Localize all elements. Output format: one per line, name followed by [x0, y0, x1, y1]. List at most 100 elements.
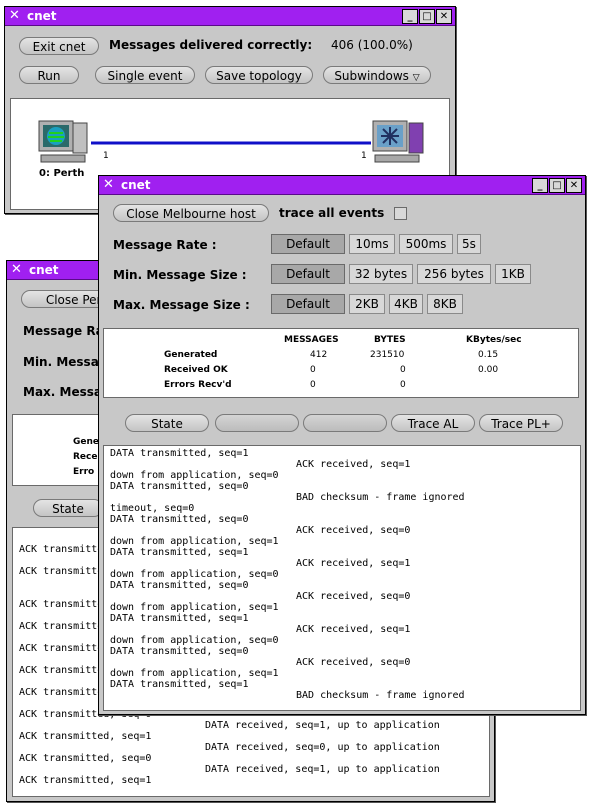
- stats-header-messages: MESSAGES: [284, 335, 339, 345]
- event-log[interactable]: DATA transmitted, seq=1 ACK received, seq…: [103, 445, 581, 711]
- log-line: down from application, seq=0: [110, 635, 279, 646]
- perth-rate-label: Message Ra: [23, 324, 104, 338]
- exit-cnet-button[interactable]: Exit cnet: [19, 37, 99, 55]
- blank-button-1[interactable]: [215, 414, 299, 432]
- main-title: cnet: [27, 9, 57, 23]
- stats-panel: MESSAGES BYTES KBytes/sec Generated 412 …: [103, 328, 579, 398]
- log-line: DATA transmitted, seq=1: [110, 448, 249, 459]
- trace-al-button[interactable]: Trace AL: [391, 414, 475, 432]
- log-line: ACK received, seq=0: [296, 591, 411, 602]
- perth-node-label[interactable]: 0: Perth: [39, 168, 84, 179]
- melbourne-window: ✕ cnet _ □ ✕ Close Melbourne host trace …: [98, 175, 586, 715]
- rate-option-default[interactable]: Default: [271, 234, 345, 254]
- melbourne-titlebar[interactable]: ✕ cnet _ □ ✕: [99, 176, 585, 195]
- delivered-value: 406 (100.0%): [331, 38, 413, 52]
- perth-log-line: ACK transmitted, seq=0: [19, 753, 152, 764]
- perth-log-received-line: DATA received, seq=1, up to application: [205, 764, 440, 775]
- log-line: ACK received, seq=1: [296, 624, 411, 635]
- perth-state-button[interactable]: State: [33, 499, 103, 517]
- stats-label-errors: Errors Recv'd: [164, 380, 232, 390]
- log-line: DATA transmitted, seq=0: [110, 514, 249, 525]
- log-line: DATA transmitted, seq=1: [110, 679, 249, 690]
- perth-stat-received: Rece: [73, 452, 98, 462]
- log-line: DATA transmitted, seq=0: [110, 646, 249, 657]
- perth-log-received-line: DATA received, seq=0, up to application: [205, 742, 440, 753]
- log-line: down from application, seq=1: [110, 602, 279, 613]
- stats-label-generated: Generated: [164, 350, 218, 360]
- perth-log-received-line: DATA received, seq=1, up to application: [205, 720, 440, 731]
- maximize-icon[interactable]: □: [549, 178, 565, 193]
- log-line: DATA transmitted, seq=1: [110, 547, 249, 558]
- max-option-2kb[interactable]: 2KB: [349, 294, 385, 314]
- max-option-8kb[interactable]: 8KB: [427, 294, 463, 314]
- log-line: down from application, seq=0: [110, 470, 279, 481]
- x-logo-icon: ✕: [9, 8, 20, 23]
- log-line: BAD checksum - frame ignored: [296, 492, 465, 503]
- log-line: ACK received, seq=0: [296, 525, 411, 536]
- melbourne-title: cnet: [121, 178, 151, 192]
- perth-min-label: Min. Messa: [23, 355, 99, 369]
- log-line: ACK received, seq=0: [296, 657, 411, 668]
- close-icon[interactable]: ✕: [566, 178, 582, 193]
- main-titlebar[interactable]: ✕ cnet _ □ ✕: [5, 7, 455, 26]
- stats-header-rate: KBytes/sec: [466, 335, 522, 345]
- maximize-icon[interactable]: □: [419, 9, 435, 24]
- subwindows-label: Subwindows: [334, 69, 409, 83]
- x-logo-icon: ✕: [11, 262, 22, 277]
- min-option-1kb[interactable]: 1KB: [495, 264, 531, 284]
- log-line: DATA transmitted, seq=1: [110, 613, 249, 624]
- stats-label-received: Received OK: [164, 365, 228, 375]
- x-logo-icon: ✕: [103, 177, 114, 192]
- melbourne-link-number: 1: [361, 151, 367, 161]
- trace-all-label: trace all events: [279, 206, 385, 220]
- perth-log-line: ACK transmitted, seq=1: [19, 731, 152, 742]
- run-button[interactable]: Run: [19, 66, 79, 84]
- blank-button-2[interactable]: [303, 414, 387, 432]
- stats-received-rate: 0.00: [478, 365, 499, 375]
- log-line: ACK received, seq=1: [296, 558, 411, 569]
- perth-stat-generated: Gene: [73, 437, 100, 447]
- stats-generated-messages: 412: [310, 350, 328, 360]
- trace-pl-button[interactable]: Trace PL+: [479, 414, 563, 432]
- min-option-256-bytes[interactable]: 256 bytes: [417, 264, 491, 284]
- log-line: down from application, seq=1: [110, 536, 279, 547]
- delivered-label: Messages delivered correctly:: [109, 38, 313, 52]
- perth-title: cnet: [29, 263, 59, 277]
- single-event-button[interactable]: Single event: [95, 66, 195, 84]
- log-line: down from application, seq=1: [110, 668, 279, 679]
- log-line: ACK received, seq=1: [296, 459, 411, 470]
- perth-computer-icon: [38, 120, 88, 163]
- subwindows-button[interactable]: Subwindows ▽: [323, 66, 431, 84]
- close-icon[interactable]: ✕: [436, 9, 452, 24]
- min-option-32-bytes[interactable]: 32 bytes: [349, 264, 413, 284]
- minimize-icon[interactable]: _: [402, 9, 418, 24]
- save-topology-button[interactable]: Save topology: [205, 66, 313, 84]
- log-line: timeout, seq=0: [110, 503, 195, 514]
- rate-option-10ms[interactable]: 10ms: [349, 234, 395, 254]
- max-option-default[interactable]: Default: [271, 294, 345, 314]
- rate-option-5s[interactable]: 5s: [457, 234, 481, 254]
- stats-generated-rate: 0.15: [478, 350, 499, 360]
- log-line: DATA transmitted, seq=0: [110, 481, 249, 492]
- perth-stat-errors: Erro: [73, 467, 95, 477]
- chevron-down-icon: ▽: [412, 73, 420, 83]
- state-button[interactable]: State: [125, 414, 209, 432]
- stats-received-messages: 0: [310, 365, 316, 375]
- melbourne-computer-icon: [372, 120, 424, 163]
- max-size-label: Max. Message Size :: [113, 298, 250, 312]
- minimize-icon[interactable]: _: [532, 178, 548, 193]
- min-size-label: Min. Message Size :: [113, 268, 247, 282]
- stats-errors-bytes: 0: [400, 380, 406, 390]
- perth-link-number: 1: [103, 151, 109, 161]
- rate-option-500ms[interactable]: 500ms: [399, 234, 453, 254]
- close-melbourne-button[interactable]: Close Melbourne host: [113, 204, 269, 222]
- log-line: BAD checksum - frame ignored: [296, 690, 465, 701]
- min-option-default[interactable]: Default: [271, 264, 345, 284]
- stats-header-bytes: BYTES: [374, 335, 406, 345]
- trace-all-checkbox[interactable]: [394, 207, 407, 220]
- message-rate-label: Message Rate :: [113, 238, 217, 252]
- stats-received-bytes: 0: [400, 365, 406, 375]
- max-option-4kb[interactable]: 4KB: [389, 294, 423, 314]
- perth-max-label: Max. Messa: [23, 385, 102, 399]
- stats-generated-bytes: 231510: [370, 350, 405, 360]
